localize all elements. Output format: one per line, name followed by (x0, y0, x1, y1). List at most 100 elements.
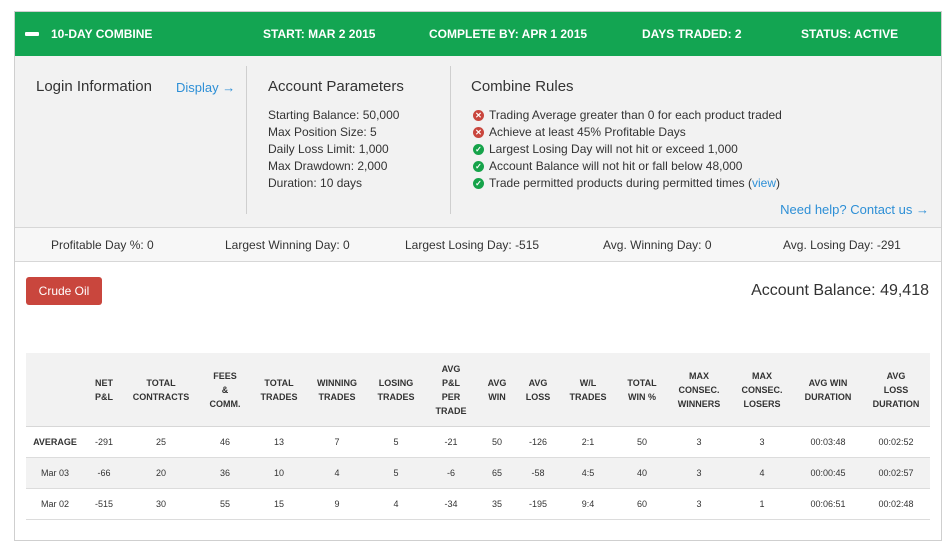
column-header: TOTAL TRADES (260, 378, 298, 402)
row-label: Mar 02 (40, 499, 69, 509)
table-body: AVERAGE -291 25 46 13 7 5 -21 50 -126 2:1 50 3 3 00:03… (26, 427, 930, 520)
table-cell: 20 (155, 468, 166, 478)
combine-header-bar: 10-DAY COMBINE START: MAR 2 2015 COMPLET… (15, 12, 941, 56)
table-cell: 00:03:48 (810, 437, 846, 447)
rule-text: Trade permitted products during permitte… (489, 176, 752, 190)
table-cell: 46 (219, 437, 230, 447)
param-duration: Duration: 10 days (268, 176, 363, 190)
table-cell: 30 (155, 499, 166, 509)
table-cell: 25 (155, 437, 166, 447)
combine-title: 10-DAY COMBINE (51, 27, 153, 41)
largest-winning-day: Largest Winning Day: 0 (225, 238, 350, 252)
info-section: Login Information Display → Account Para… (15, 56, 941, 228)
row-label: Mar 03 (40, 468, 69, 478)
avg-losing-day: Avg. Losing Day: -291 (783, 238, 901, 252)
pass-check-icon: ✓ (473, 144, 484, 155)
table-cell: 50 (491, 437, 502, 447)
table-cell: 1 (759, 499, 765, 509)
account-balance: Account Balance: 49,418 (751, 282, 929, 299)
collapse-minus-icon[interactable] (25, 32, 39, 36)
table-cell: 4 (393, 499, 399, 509)
table-cell: 3 (696, 468, 702, 478)
column-header: TOTAL CONTRACTS (132, 378, 190, 402)
table-cell: 2:1 (581, 437, 595, 447)
table-cell: 5 (393, 437, 399, 447)
table-cell: 15 (273, 499, 284, 509)
days-traded: DAYS TRADED: 2 (642, 27, 742, 41)
table-cell: -66 (97, 468, 111, 478)
crude-oil-product-button[interactable]: Crude Oil (26, 277, 102, 305)
pass-check-icon: ✓ (473, 161, 484, 172)
table-cell: 3 (696, 499, 702, 509)
param-max-drawdown: Max Drawdown: 2,000 (268, 159, 388, 173)
column-header: AVG P&L PER TRADE (435, 364, 467, 416)
param-daily-loss-limit: Daily Loss Limit: 1,000 (268, 142, 389, 156)
view-permitted-products-link[interactable]: view (752, 176, 776, 190)
table-cell: 13 (273, 437, 284, 447)
table-row: Mar 02 -515 30 55 15 9 4 -34 35 -195 9:4 60 3 1 00:06:… (26, 489, 930, 520)
column-header: FEES & COMM. (209, 371, 241, 409)
account-parameters-list: Starting Balance: 50,000 Max Position Si… (268, 107, 399, 192)
table-cell: 50 (636, 437, 647, 447)
table-cell: 40 (636, 468, 647, 478)
column-header: MAX CONSEC. WINNERS (677, 371, 721, 409)
contact-us-link[interactable]: Need help? Contact us → (780, 202, 929, 217)
divider (246, 66, 247, 214)
complete-by-date: COMPLETE BY: APR 1 2015 (429, 27, 588, 41)
profitable-day-percent: Profitable Day %: 0 (51, 238, 154, 252)
combine-rules-list: ✕ Trading Average greater than 0 for eac… (472, 107, 782, 192)
fail-x-icon: ✕ (473, 127, 484, 138)
table-header-row: NET P&L TOTAL CONTRACTS FEES & COMM. TOTAL TRADE… (26, 353, 930, 427)
table-cell: 55 (219, 499, 230, 509)
display-login-link[interactable]: Display → (176, 80, 235, 95)
table-cell: 9 (334, 499, 340, 509)
account-parameters-heading: Account Parameters (268, 78, 404, 95)
table-cell: 3 (696, 437, 702, 447)
column-header: AVG LOSS (525, 378, 551, 402)
row-label: AVERAGE (33, 437, 77, 447)
table-cell: 00:06:51 (810, 499, 846, 509)
combine-rules-heading: Combine Rules (471, 78, 574, 95)
rule-text: Largest Losing Day will not hit or excee… (489, 142, 738, 156)
column-header: MAX CONSEC. LOSERS (741, 371, 783, 409)
table-cell: 65 (491, 468, 502, 478)
column-header: W/L TRADES (569, 378, 607, 402)
table-cell: 5 (393, 468, 399, 478)
param-starting-balance: Starting Balance: 50,000 (268, 108, 400, 122)
trading-stats-table: NET P&L TOTAL CONTRACTS FEES & COMM. TOTAL TRADE… (26, 353, 930, 520)
table-cell: -58 (531, 468, 545, 478)
table-cell: 10 (273, 468, 284, 478)
table-cell: -34 (444, 499, 458, 509)
table-cell: 4 (759, 468, 765, 478)
rule-item: ✓ Trade permitted products during permit… (472, 175, 782, 192)
table-cell: -195 (528, 499, 547, 509)
divider (450, 66, 451, 214)
combine-panel: 10-DAY COMBINE START: MAR 2 2015 COMPLET… (14, 11, 942, 541)
rule-item: ✓ Largest Losing Day will not hit or exc… (472, 141, 782, 158)
param-max-position-size: Max Position Size: 5 (268, 125, 377, 139)
table-cell: -515 (94, 499, 113, 509)
rule-item: ✕ Trading Average greater than 0 for eac… (472, 107, 782, 124)
rule-text-suffix: ) (776, 176, 781, 190)
table-row: AVERAGE -291 25 46 13 7 5 -21 50 -126 2:1 50 3 3 00:03… (26, 427, 930, 458)
table-cell: 4 (334, 468, 340, 478)
table-cell: 35 (491, 499, 502, 509)
table-cell: 36 (219, 468, 230, 478)
column-header: AVG WIN (487, 378, 507, 402)
table-cell: 00:00:45 (810, 468, 846, 478)
login-information-heading: Login Information (36, 78, 152, 95)
column-header: AVG LOSS DURATION (872, 371, 920, 409)
table-cell: 60 (636, 499, 647, 509)
table-row: Mar 03 -66 20 36 10 4 5 -6 65 -58 4:5 40 3 4 00:00:45 0… (26, 458, 930, 489)
table-cell: 4:5 (581, 468, 595, 478)
rule-item: ✓ Account Balance will not hit or fall b… (472, 158, 782, 175)
summary-stats-bar: Profitable Day %: 0 Largest Winning Day:… (15, 228, 941, 262)
column-header: AVG WIN DURATION (804, 378, 852, 402)
table-cell: -291 (94, 437, 113, 447)
table-cell: -126 (528, 437, 547, 447)
table-cell: -21 (444, 437, 458, 447)
table-cell: 00:02:52 (878, 437, 914, 447)
column-header: TOTAL WIN % (627, 378, 657, 402)
column-header: WINNING TRADES (317, 378, 357, 402)
status-label: STATUS: ACTIVE (801, 27, 899, 41)
